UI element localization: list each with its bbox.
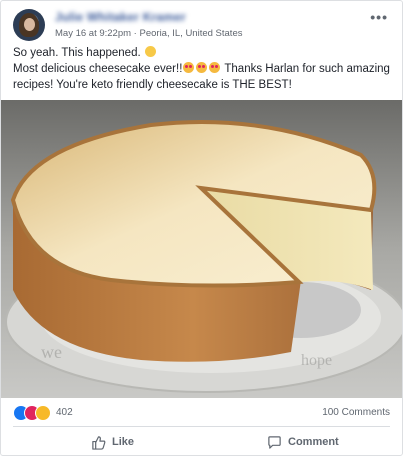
post-meta: May 16 at 9:22pm · Peoria, IL, United St… bbox=[55, 28, 242, 39]
post-card: Julie Whitaker Kramer May 16 at 9:22pm ·… bbox=[0, 0, 403, 456]
post-text-line-1: So yeah. This happened. bbox=[13, 45, 393, 61]
post-text: So yeah. This happened. Most delicious c… bbox=[13, 45, 393, 93]
wow-reaction-icon bbox=[35, 405, 51, 421]
avatar-face bbox=[24, 18, 35, 31]
comments-count[interactable]: 100 Comments bbox=[322, 407, 390, 418]
post-timestamp[interactable]: May 16 at 9:22pm bbox=[55, 28, 131, 39]
post-text-line-2: Most delicious cheesecake ever!! Thanks … bbox=[13, 61, 393, 77]
author-name[interactable]: Julie Whitaker Kramer bbox=[55, 10, 186, 24]
more-options-icon[interactable]: ••• bbox=[370, 9, 388, 25]
comment-label: Comment bbox=[288, 436, 339, 448]
post-text-line-2-start: Most delicious cheesecake ever!! bbox=[13, 63, 183, 75]
like-label: Like bbox=[112, 436, 135, 448]
smile-emoji-icon bbox=[144, 46, 156, 57]
like-button[interactable]: Like bbox=[91, 433, 134, 451]
post-header: Julie Whitaker Kramer May 16 at 9:22pm ·… bbox=[13, 9, 390, 43]
cheesecake-photo: we hope bbox=[1, 100, 402, 398]
heart-eyes-emoji-icon bbox=[209, 62, 221, 73]
reaction-count[interactable]: 402 bbox=[56, 407, 73, 418]
post-photo[interactable]: we hope bbox=[1, 100, 402, 398]
meta-separator: · bbox=[131, 28, 140, 39]
post-text-line-2-end: Thanks Harlan for such amazing bbox=[224, 63, 390, 75]
author-avatar[interactable] bbox=[13, 9, 45, 41]
post-text-line-3: recipes! You're keto friendly cheesecake… bbox=[13, 79, 292, 91]
plate-lettering: we bbox=[41, 342, 62, 362]
thumbs-up-icon bbox=[92, 435, 106, 450]
post-actions: Like Comment bbox=[13, 426, 390, 457]
post-text-line-1-content: So yeah. This happened. bbox=[13, 47, 141, 59]
heart-eyes-emoji-icon bbox=[183, 62, 195, 73]
post-location[interactable]: Peoria, IL, United States bbox=[140, 28, 243, 39]
comment-icon bbox=[268, 435, 281, 449]
comment-button[interactable]: Comment bbox=[267, 433, 339, 451]
heart-eyes-emoji-icon bbox=[196, 62, 208, 73]
plate-lettering: hope bbox=[301, 352, 332, 369]
